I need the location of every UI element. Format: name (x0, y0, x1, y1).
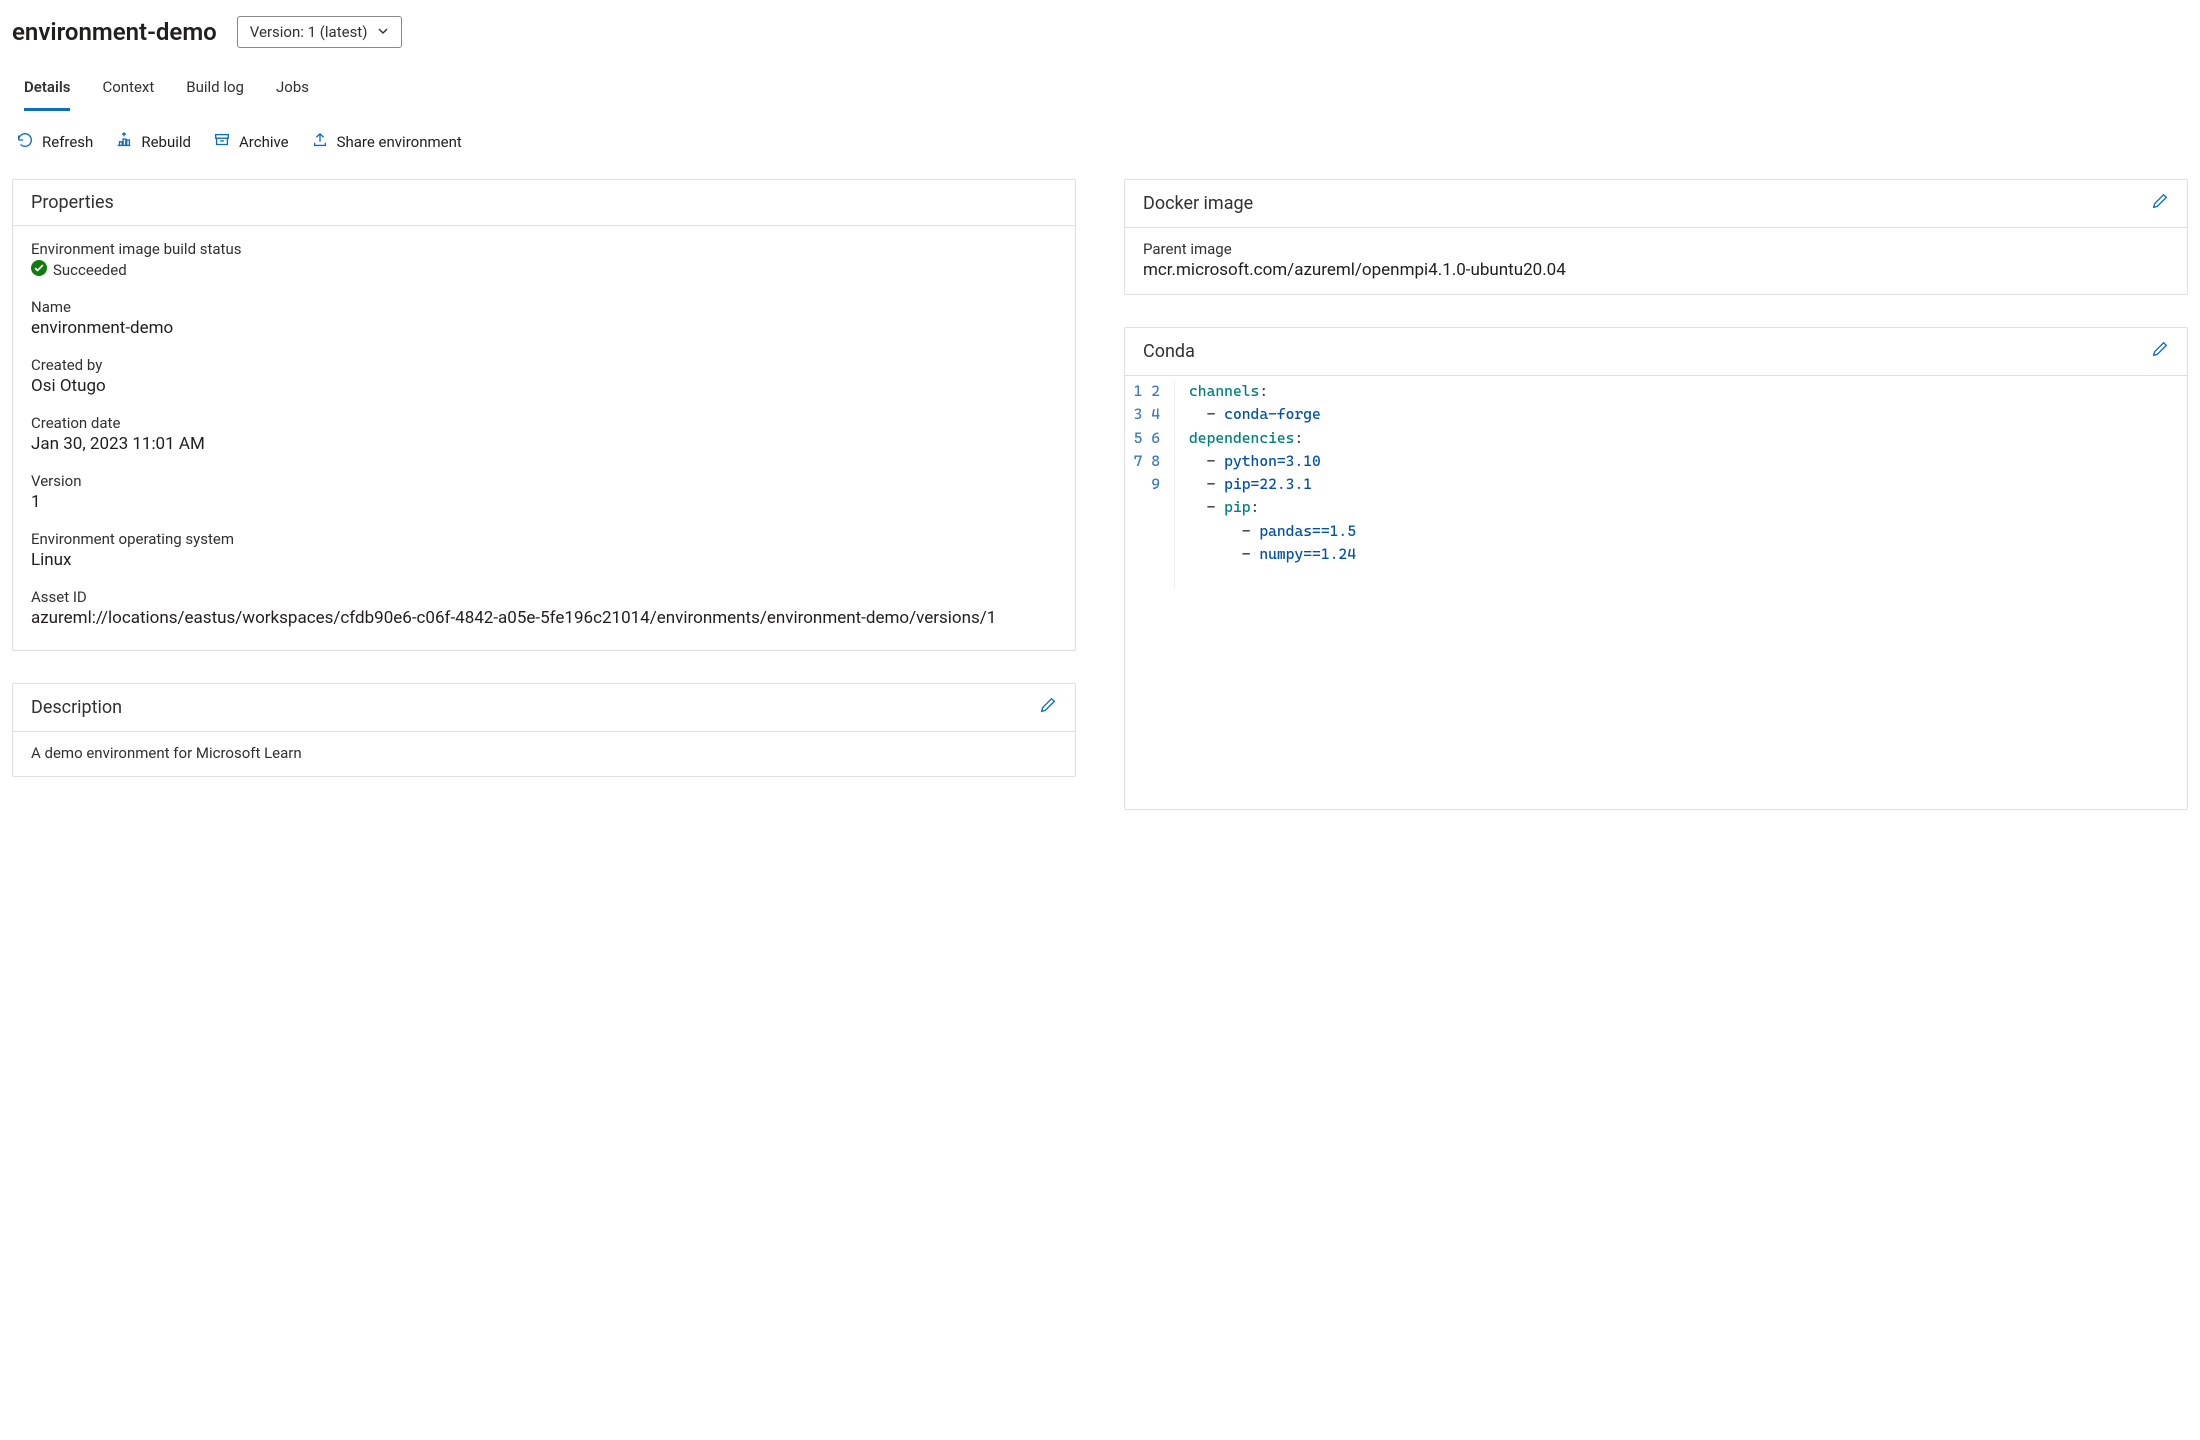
prop-created-by-value: Osi Otugo (31, 376, 1057, 396)
prop-build-status-value-row: Succeeded (31, 260, 1057, 280)
left-column: Properties Environment image build statu… (12, 179, 1076, 809)
tab-buildlog[interactable]: Build log (186, 70, 244, 111)
docker-card: Docker image Parent image mcr.microsoft.… (1124, 179, 2188, 295)
docker-card-title: Docker image (1143, 193, 1253, 214)
prop-build-status-value: Succeeded (53, 261, 127, 279)
archive-icon (213, 131, 231, 153)
archive-button[interactable]: Archive (213, 131, 289, 153)
prop-version-value: 1 (31, 492, 1057, 512)
prop-creation-date-value: Jan 30, 2023 11:01 AM (31, 434, 1057, 454)
toolbar: Refresh Rebuild Archive Share environmen… (12, 111, 2188, 179)
tab-details[interactable]: Details (24, 70, 70, 111)
description-card: Description A demo environment for Micro… (12, 683, 1076, 777)
prop-os-value: Linux (31, 550, 1057, 570)
prop-os-label: Environment operating system (31, 530, 1057, 548)
rebuild-label: Rebuild (141, 133, 191, 151)
prop-build-status-label: Environment image build status (31, 240, 1057, 258)
version-selector[interactable]: Version: 1 (latest) (237, 16, 403, 48)
prop-creation-date-label: Creation date (31, 414, 1057, 432)
properties-card: Properties Environment image build statu… (12, 179, 1076, 651)
conda-line-numbers: 1 2 3 4 5 6 7 8 9 (1125, 380, 1175, 589)
prop-os: Environment operating system Linux (31, 530, 1057, 570)
tab-jobs[interactable]: Jobs (276, 70, 309, 111)
edit-description-button[interactable] (1039, 696, 1057, 719)
prop-asset-id-label: Asset ID (31, 588, 1057, 606)
archive-label: Archive (239, 133, 289, 151)
success-icon (31, 260, 47, 280)
tab-context[interactable]: Context (102, 70, 154, 111)
prop-created-by-label: Created by (31, 356, 1057, 374)
refresh-label: Refresh (42, 133, 93, 151)
prop-asset-id: Asset ID azureml://locations/eastus/work… (31, 588, 1057, 628)
properties-card-title: Properties (31, 192, 114, 213)
docker-card-header: Docker image (1125, 180, 2187, 228)
refresh-button[interactable]: Refresh (16, 131, 93, 153)
prop-name-value: environment-demo (31, 318, 1057, 338)
conda-card-title: Conda (1143, 341, 1195, 362)
conda-code-block: 1 2 3 4 5 6 7 8 9 channels: - conda-forg… (1125, 376, 2187, 809)
properties-card-body: Environment image build status Succeeded… (13, 226, 1075, 650)
prop-name-label: Name (31, 298, 1057, 316)
properties-card-header: Properties (13, 180, 1075, 226)
rebuild-icon (115, 131, 133, 153)
tabs: Details Context Build log Jobs (12, 56, 2188, 111)
page-header: environment-demo Version: 1 (latest) (12, 12, 2188, 56)
prop-creation-date: Creation date Jan 30, 2023 11:01 AM (31, 414, 1057, 454)
docker-parent-image-label: Parent image (1143, 240, 2169, 258)
version-selector-label: Version: 1 (latest) (250, 23, 368, 41)
conda-card: Conda 1 2 3 4 5 6 7 8 9 channels: - cond… (1124, 327, 2188, 810)
description-text: A demo environment for Microsoft Learn (31, 744, 1057, 762)
conda-code-lines: channels: - conda-forge dependencies: - … (1175, 380, 2187, 589)
prop-version-label: Version (31, 472, 1057, 490)
refresh-icon (16, 131, 34, 153)
edit-docker-button[interactable] (2151, 192, 2169, 215)
content-grid: Properties Environment image build statu… (12, 179, 2188, 842)
description-card-title: Description (31, 697, 122, 718)
prop-version: Version 1 (31, 472, 1057, 512)
right-column: Docker image Parent image mcr.microsoft.… (1124, 179, 2188, 842)
conda-card-header: Conda (1125, 328, 2187, 376)
prop-name: Name environment-demo (31, 298, 1057, 338)
rebuild-button[interactable]: Rebuild (115, 131, 191, 153)
description-card-header: Description (13, 684, 1075, 732)
prop-created-by: Created by Osi Otugo (31, 356, 1057, 396)
page-title: environment-demo (12, 18, 217, 46)
share-label: Share environment (337, 133, 462, 151)
prop-asset-id-value: azureml://locations/eastus/workspaces/cf… (31, 608, 1057, 628)
share-button[interactable]: Share environment (311, 131, 462, 153)
description-card-body: A demo environment for Microsoft Learn (13, 732, 1075, 776)
edit-conda-button[interactable] (2151, 340, 2169, 363)
docker-parent-image-value: mcr.microsoft.com/azureml/openmpi4.1.0-u… (1143, 260, 2169, 280)
prop-build-status: Environment image build status Succeeded (31, 240, 1057, 280)
share-icon (311, 131, 329, 153)
docker-card-body: Parent image mcr.microsoft.com/azureml/o… (1125, 228, 2187, 294)
chevron-down-icon (377, 23, 389, 41)
